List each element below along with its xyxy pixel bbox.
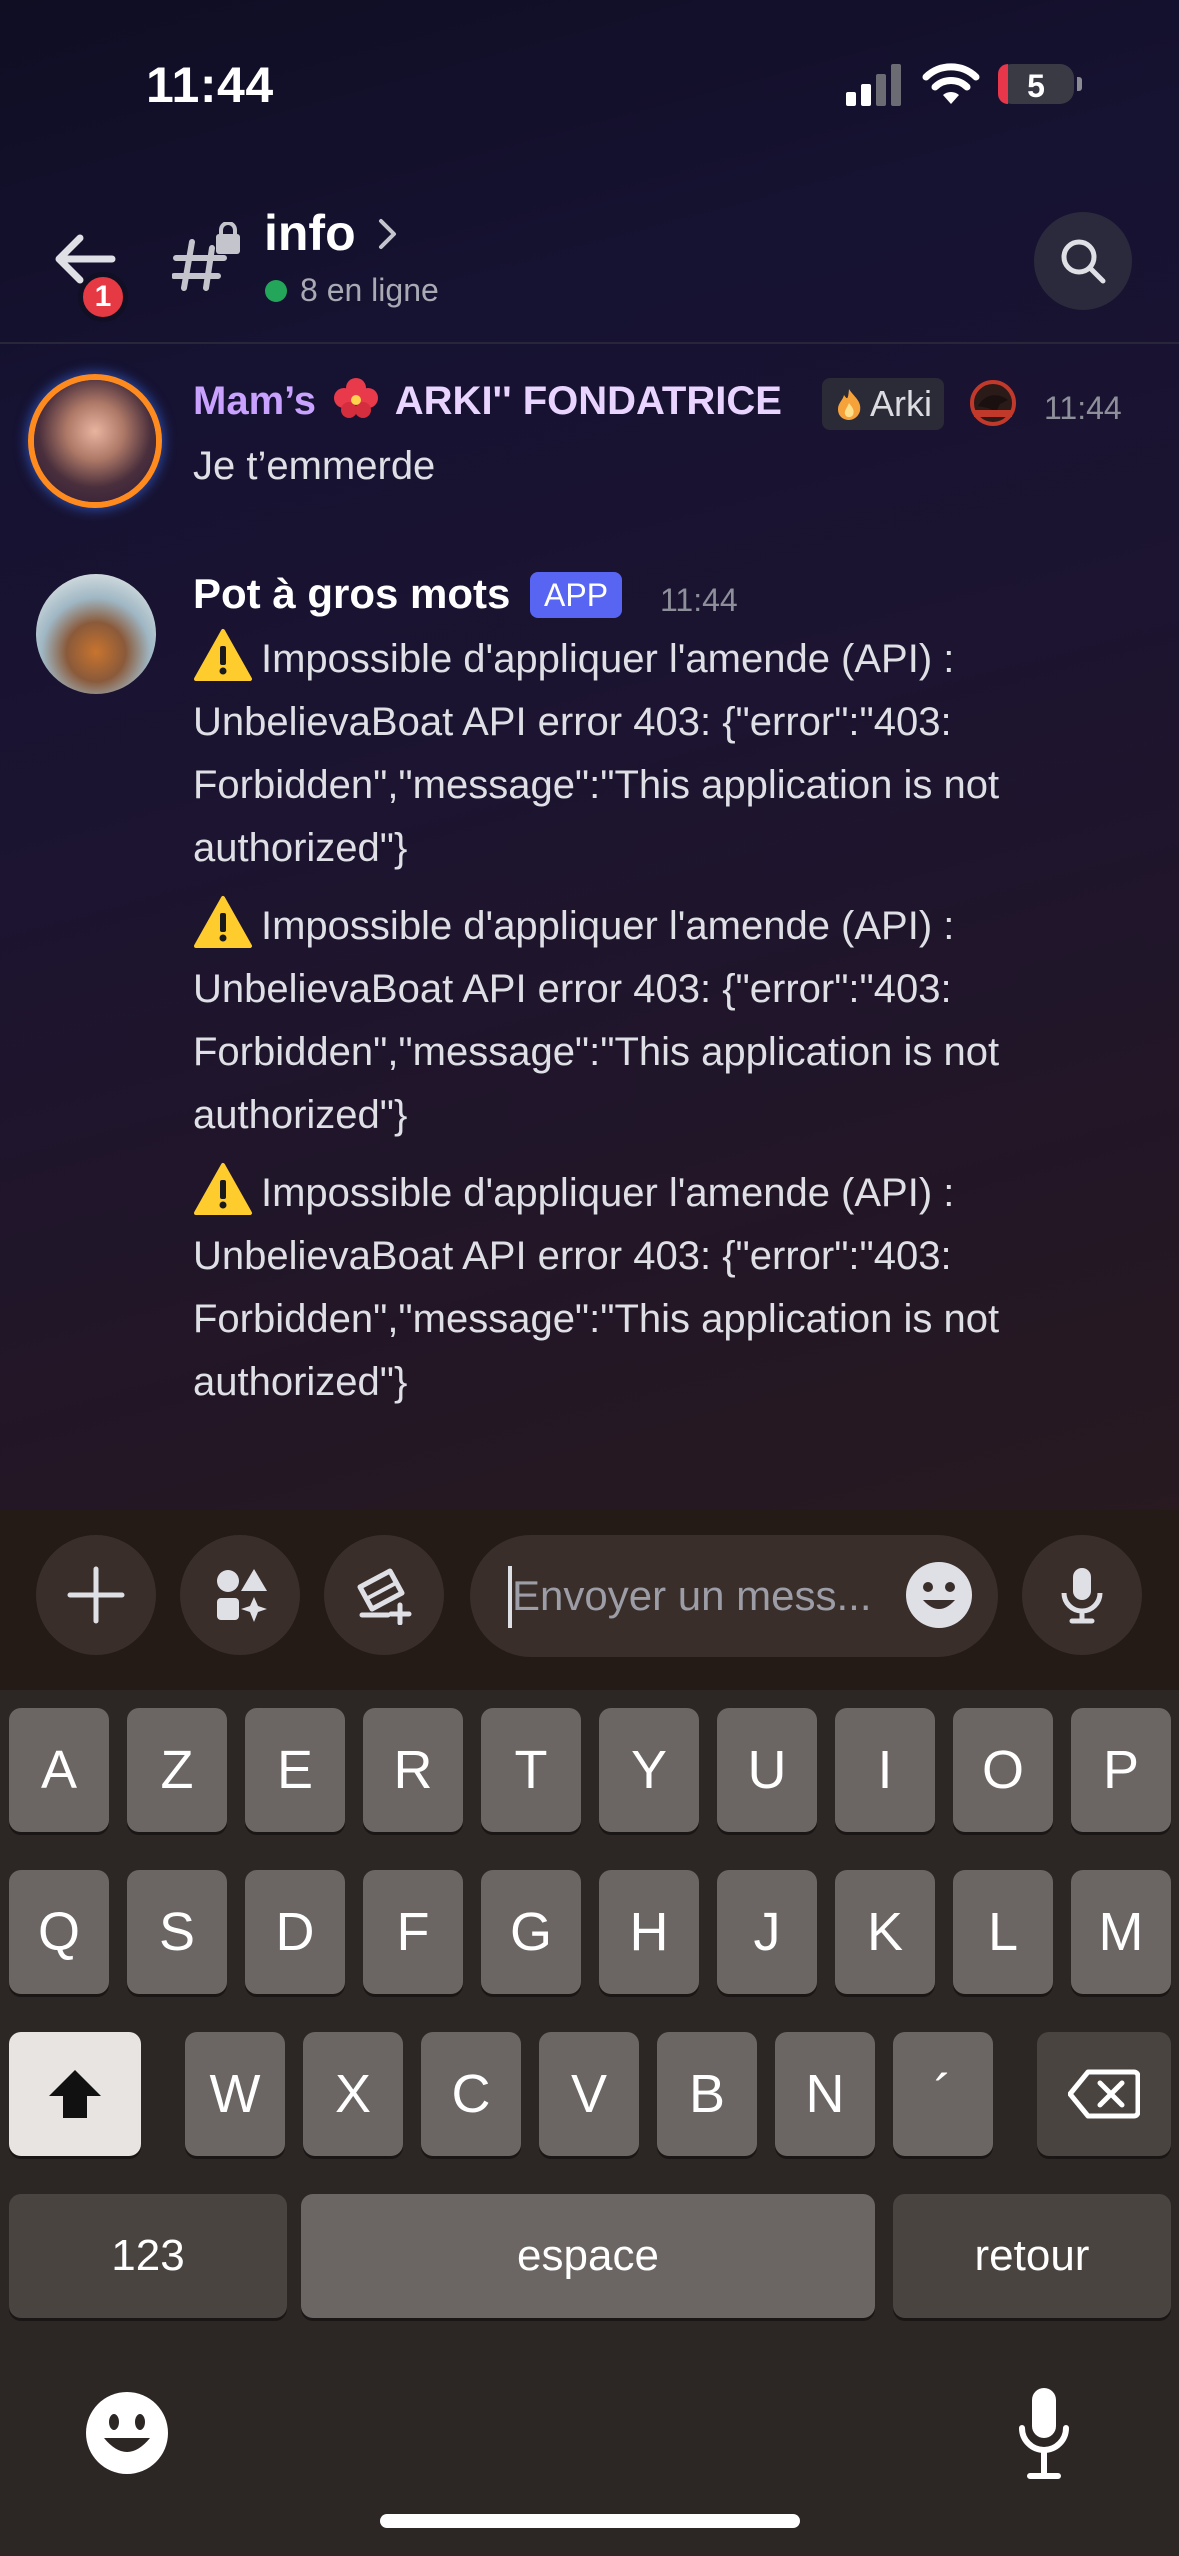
chat-screen: 11:44 5 1 info 8 en ligne Mam’s ARKI'' F… [0,0,1179,1690]
dinosaur-logo-icon [970,380,1016,426]
add-attachment-button[interactable] [36,1535,156,1655]
avatar[interactable] [36,574,156,694]
key[interactable]: O [953,1708,1053,1832]
header-divider [0,342,1179,344]
home-indicator[interactable] [380,2514,800,2528]
search-icon [1061,239,1106,284]
warning-icon [194,1163,252,1215]
key[interactable]: N [775,2032,875,2156]
key[interactable]: J [717,1870,817,1994]
warning-icon [194,629,252,681]
chevron-right-icon[interactable] [376,216,400,252]
message-text[interactable]: Je t’emmerde [193,444,435,489]
online-count: 8 en ligne [300,272,439,308]
voice-message-button[interactable] [1022,1535,1142,1655]
status-time: 11:44 [146,57,274,113]
key[interactable]: A [9,1708,109,1832]
key[interactable]: W [185,2032,285,2156]
backspace-icon [1067,2069,1141,2119]
message-author[interactable]: Mam’s ARKI'' FONDATRICE [193,378,782,424]
hibiscus-emoji-icon [334,378,379,418]
message-author[interactable]: Pot à gros mots [193,570,510,618]
key[interactable]: S [127,1870,227,1994]
message-text[interactable]: Impossible d'appliquer l'amende (API) : … [193,1162,1143,1414]
cellular-signal-icon [846,64,901,106]
key[interactable]: R [363,1708,463,1832]
key[interactable]: L [953,1870,1053,1994]
numbers-key[interactable]: 123 [9,2194,287,2318]
key[interactable]: U [717,1708,817,1832]
return-key[interactable]: retour [893,2194,1171,2318]
fire-icon [838,389,861,420]
shift-key[interactable] [9,2032,141,2156]
key[interactable]: Q [9,1870,109,1994]
avatar[interactable] [34,380,156,502]
key[interactable]: P [1071,1708,1171,1832]
gift-icon [357,1568,412,1625]
unread-badge: 1 [78,272,128,322]
role-tag[interactable]: Arki [822,378,944,430]
message-input-placeholder: Envoyer un mess... [512,1572,872,1619]
warning-icon [194,896,252,948]
key[interactable]: M [1071,1870,1171,1994]
key[interactable]: V [539,2032,639,2156]
plus-icon [67,1566,125,1624]
app-badge: APP [530,572,623,618]
wifi-icon [922,63,980,104]
emoji-keyboard-icon[interactable] [84,2390,170,2476]
key[interactable]: ´ [893,2032,993,2156]
space-key[interactable]: espace [301,2194,875,2318]
shift-arrow-icon [49,2070,101,2118]
search-button[interactable] [1034,212,1132,310]
key[interactable]: I [835,1708,935,1832]
key[interactable]: H [599,1870,699,1994]
apps-icon [217,1569,267,1622]
dictation-microphone-icon[interactable] [1016,2386,1072,2482]
message-timestamp: 11:44 [660,582,738,618]
key[interactable]: Y [599,1708,699,1832]
message-timestamp: 11:44 [1044,390,1122,426]
emoji-picker-icon[interactable] [904,1560,974,1630]
key[interactable]: Z [127,1708,227,1832]
key[interactable]: F [363,1870,463,1994]
key[interactable]: K [835,1870,935,1994]
microphone-icon [1061,1568,1103,1624]
private-channel-icon [172,222,240,291]
message-text[interactable]: Impossible d'appliquer l'amende (API) : … [193,628,1143,880]
key[interactable]: D [245,1870,345,1994]
battery-level: 5 [1027,68,1045,104]
battery-indicator: 5 [998,64,1074,104]
gift-button[interactable] [324,1535,444,1655]
online-status-dot [265,280,287,302]
key[interactable]: C [421,2032,521,2156]
message-text[interactable]: Impossible d'appliquer l'amende (API) : … [193,895,1143,1147]
key[interactable]: X [303,2032,403,2156]
apps-button[interactable] [180,1535,300,1655]
key[interactable]: E [245,1708,345,1832]
keyboard: A Z E R T Y U I O P Q S D F G H J K L M … [0,1690,1179,2556]
backspace-key[interactable] [1037,2032,1171,2156]
key[interactable]: G [481,1870,581,1994]
key[interactable]: B [657,2032,757,2156]
channel-title[interactable]: info [264,204,356,262]
key[interactable]: T [481,1708,581,1832]
